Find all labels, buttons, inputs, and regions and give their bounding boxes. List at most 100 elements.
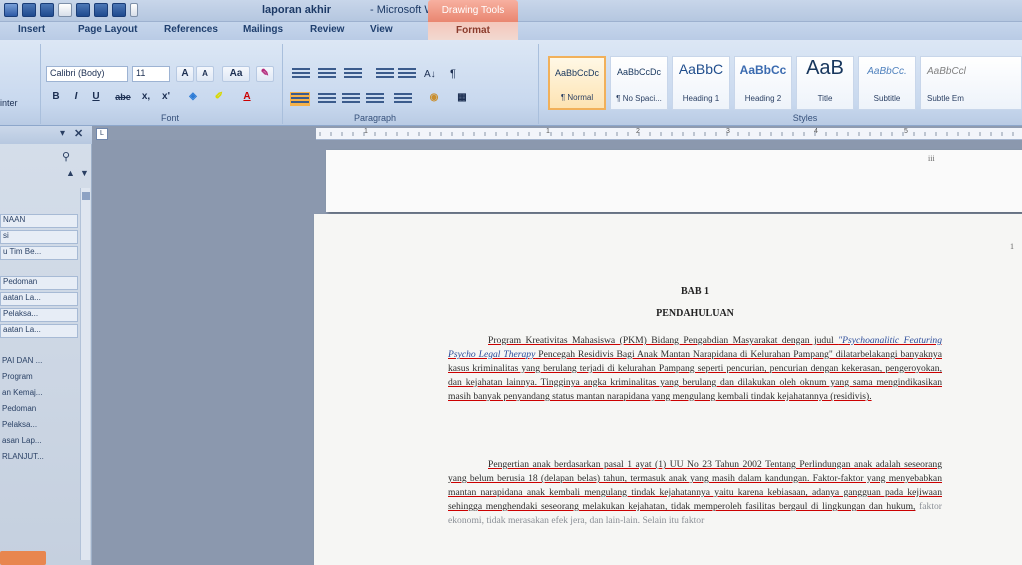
nav-heading[interactable]: Program [0, 372, 78, 386]
style-sample: AaBbCcDc [554, 68, 599, 78]
underline-button[interactable]: U [88, 90, 104, 106]
borders-button[interactable]: ▦ [450, 91, 474, 107]
nav-heading[interactable]: RLANJUT... [0, 452, 78, 466]
paragraph-group-label: Paragraph [353, 113, 397, 123]
ruler-number: 2 [636, 128, 640, 135]
nav-heading[interactable]: u Tim Be... [0, 246, 78, 260]
style-heading-1[interactable]: AaBbC Heading 1 [672, 56, 730, 110]
decrease-indent-icon[interactable] [376, 68, 394, 80]
horizontal-ruler[interactable]: 1 1 2 3 4 5 [316, 128, 1022, 140]
document-page[interactable]: 1 BAB 1 PENDAHULUAN Program Kreativitas … [314, 214, 1022, 565]
search-icon[interactable]: ⚲ [62, 150, 70, 163]
font-name-box[interactable]: Calibri (Body) [46, 66, 128, 82]
spelling-icon[interactable] [76, 3, 90, 17]
tab-references[interactable]: References [164, 24, 218, 35]
tab-format[interactable]: Format [428, 22, 518, 40]
align-left-icon[interactable] [290, 92, 310, 106]
font-color-button[interactable]: A [236, 90, 258, 106]
scroll-up-icon[interactable] [82, 192, 90, 200]
style-title[interactable]: AaB Title [796, 56, 854, 110]
previous-heading-icon[interactable]: ▲ [66, 168, 75, 178]
ruler-number: 1 [546, 128, 550, 135]
font-size-box[interactable]: 11 [132, 66, 170, 82]
paragraph[interactable]: Program Kreativitas Mahasiswa (PKM) Bida… [448, 334, 942, 404]
ruler-toggle-button[interactable]: L [96, 128, 108, 140]
customize-toolbar-icon[interactable] [130, 3, 138, 17]
next-heading-icon[interactable]: ▼ [80, 168, 89, 178]
nav-scrollbar[interactable] [80, 188, 90, 560]
style-sample: AaBbCcl [927, 66, 966, 77]
print-preview-icon[interactable] [58, 3, 72, 17]
bold-button[interactable]: B [48, 90, 64, 106]
bullets-icon[interactable] [292, 68, 310, 80]
style-heading-2[interactable]: AaBbCc Heading 2 [734, 56, 792, 110]
nav-heading[interactable]: asan Lap... [0, 436, 78, 450]
multilevel-list-icon[interactable] [344, 68, 362, 80]
ribbon-tabs: Insert Page Layout References Mailings R… [0, 22, 1022, 40]
dropdown-arrow-icon[interactable]: ▾ [60, 128, 65, 139]
style-normal[interactable]: AaBbCcDc ¶ Normal [548, 56, 606, 110]
insert-picture-icon[interactable] [94, 3, 108, 17]
nav-heading[interactable]: Pedoman [0, 276, 78, 290]
nav-heading[interactable]: aatan La... [0, 292, 78, 306]
style-sample: AaBbCcDc [616, 67, 661, 77]
nav-heading[interactable]: aatan La... [0, 324, 78, 338]
grow-font-button[interactable]: A [176, 66, 194, 82]
line-spacing-icon[interactable] [394, 93, 412, 105]
change-case-button[interactable]: Aa [222, 66, 250, 82]
show-formatting-button[interactable]: ¶ [450, 68, 456, 80]
subscript-button[interactable]: x, [138, 90, 154, 106]
save-icon[interactable] [4, 3, 18, 17]
open-folder-icon[interactable] [22, 3, 36, 17]
tab-review[interactable]: Review [310, 24, 344, 35]
shading-icon: ◉ [429, 92, 439, 103]
strikethrough-button[interactable]: abe [112, 90, 134, 106]
paragraph-text: Pengertian anak berdasarkan pasal 1 ayat… [448, 459, 942, 512]
align-right-icon[interactable] [342, 93, 360, 105]
drawing-tools-label: Drawing Tools [428, 0, 518, 22]
clear-formatting-icon: ✎ [260, 68, 270, 79]
tab-insert[interactable]: Insert [18, 24, 45, 35]
nav-heading[interactable]: PAI DAN ... [0, 356, 78, 370]
group-separator [282, 44, 283, 124]
justify-icon[interactable] [366, 93, 384, 105]
nav-heading[interactable]: Pelaksa... [0, 308, 78, 322]
clear-formatting-button[interactable]: ✎ [256, 66, 274, 82]
text-effects-button[interactable]: ◈ [182, 90, 204, 106]
format-painter-label[interactable]: inter [0, 98, 18, 108]
title-bar: laporan akhir - Microsoft Word Drawing T… [0, 0, 1022, 22]
italic-button[interactable]: I [68, 90, 84, 106]
print-icon[interactable] [40, 3, 54, 17]
nav-heading[interactable]: Pedoman [0, 404, 78, 418]
nav-heading[interactable]: Pelaksa... [0, 420, 78, 434]
tab-view[interactable]: View [370, 24, 393, 35]
chart-icon[interactable] [112, 3, 126, 17]
nav-heading[interactable]: NAAN [0, 214, 78, 228]
group-separator [538, 44, 539, 124]
tab-mailings[interactable]: Mailings [243, 24, 283, 35]
tab-page-layout[interactable]: Page Layout [78, 24, 137, 35]
nav-heading[interactable]: an Kemaj... [0, 388, 78, 402]
shrink-font-button[interactable]: A [196, 66, 214, 82]
ruler-number: 3 [726, 128, 730, 135]
shading-button[interactable]: ◉ [422, 91, 446, 107]
sort-button[interactable]: A↓ [424, 69, 436, 80]
increase-indent-icon[interactable] [398, 68, 416, 80]
style-subtle-emphasis[interactable]: AaBbCcl Subtle Em [920, 56, 1022, 110]
ruler-number: 5 [904, 128, 908, 135]
highlight-button[interactable]: ✐ [208, 90, 230, 106]
nav-heading[interactable]: si [0, 230, 78, 244]
style-name: ¶ No Spaci... [616, 94, 662, 103]
quick-access-toolbar [4, 3, 138, 17]
style-subtitle[interactable]: AaBbCc. Subtitle [858, 56, 916, 110]
align-center-icon[interactable] [318, 93, 336, 105]
document-title: laporan akhir [262, 4, 332, 16]
numbering-icon[interactable] [318, 68, 336, 80]
superscript-button[interactable]: x' [158, 90, 174, 106]
paragraph[interactable]: Pengertian anak berdasarkan pasal 1 ayat… [448, 458, 942, 528]
document-page[interactable]: iii [326, 150, 1022, 212]
close-icon[interactable]: ✕ [74, 127, 83, 140]
style-no-spacing[interactable]: AaBbCcDc ¶ No Spaci... [610, 56, 668, 110]
borders-icon: ▦ [457, 92, 467, 103]
nav-pane-button[interactable] [0, 551, 46, 565]
